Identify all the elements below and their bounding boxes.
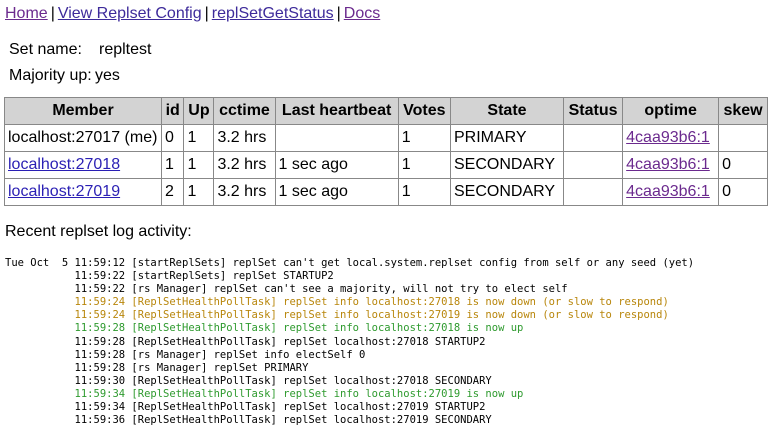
votes-cell: 1: [397, 178, 451, 206]
log-line: 11:59:28 [rs Manager] replSet PRIMARY: [5, 361, 309, 374]
state-cell: SECONDARY: [449, 151, 564, 179]
last-heartbeat-cell: [274, 124, 399, 152]
majority-up-label: Majority up:: [9, 67, 92, 84]
state-cell: PRIMARY: [449, 124, 564, 152]
log-line: 11:59:24 [ReplSetHealthPollTask] replSet…: [5, 309, 669, 322]
table-row: localhost:27018 1 1 3.2 hrs 1 sec ago 1 …: [4, 151, 768, 179]
log-line: 11:59:28 [ReplSetHealthPollTask] replSet…: [5, 335, 486, 348]
log-line: 11:59:24 [ReplSetHealthPollTask] replSet…: [5, 296, 669, 309]
last-heartbeat-cell: 1 sec ago: [274, 178, 399, 206]
log-line: 11:59:28 [ReplSetHealthPollTask] replSet…: [5, 322, 524, 335]
view-replset-config-link[interactable]: View Replset Config: [58, 5, 202, 22]
nav-separator: |: [336, 5, 341, 22]
replsetgetstatus-link[interactable]: replSetGetStatus: [212, 5, 334, 22]
votes-cell: 1: [397, 151, 451, 179]
optime-link[interactable]: 4caa93b6:1: [626, 129, 710, 146]
header-up: Up: [183, 97, 215, 125]
status-cell: [562, 124, 624, 152]
set-name-label: Set name:: [9, 41, 82, 58]
last-heartbeat-cell: 1 sec ago: [274, 151, 399, 179]
state-cell: SECONDARY: [449, 178, 564, 206]
up-cell: 1: [183, 178, 215, 206]
status-cell: [562, 151, 624, 179]
header-status: Status: [562, 97, 624, 125]
log-line: 11:59:36 [ReplSetHealthPollTask] replSet…: [5, 414, 492, 427]
header-votes: Votes: [397, 97, 451, 125]
nav-separator: |: [50, 5, 55, 22]
majority-up-value: yes: [95, 67, 120, 84]
skew-cell: 0: [718, 151, 768, 179]
table-row: localhost:27019 2 1 3.2 hrs 1 sec ago 1 …: [4, 178, 768, 206]
header-cctime: cctime: [213, 97, 276, 125]
up-cell: 1: [183, 151, 215, 179]
set-name-row: Set name: repltest: [9, 40, 151, 60]
majority-up-row: Majority up: yes: [9, 66, 120, 86]
member-cell: localhost:27017 (me): [4, 124, 162, 152]
log-line: 11:59:28 [rs Manager] replSet info elect…: [5, 348, 366, 361]
table-header-row: Member id Up cctime Last heartbeat Votes…: [4, 97, 768, 125]
up-cell: 1: [183, 124, 215, 152]
optime-link[interactable]: 4caa93b6:1: [626, 156, 710, 173]
header-state: State: [449, 97, 564, 125]
log-output: Tue Oct 5 11:59:12 [startReplSets] replS…: [5, 257, 694, 427]
header-optime: optime: [622, 97, 720, 125]
header-id: id: [160, 97, 185, 125]
status-cell: [562, 178, 624, 206]
log-line: 11:59:22 [rs Manager] replSet can't see …: [5, 283, 568, 296]
member-link[interactable]: localhost:27019: [8, 183, 120, 200]
top-nav: Home | View Replset Config | replSetGetStatu…: [5, 4, 380, 24]
nav-separator: |: [204, 5, 209, 22]
member-link[interactable]: localhost:27018: [8, 156, 120, 173]
log-line: 11:59:22 [startReplSets] replSet STARTUP…: [5, 270, 334, 283]
id-cell: 0: [160, 124, 185, 152]
docs-link[interactable]: Docs: [344, 5, 380, 22]
id-cell: 2: [160, 178, 185, 206]
member-cell: localhost:27018: [4, 151, 162, 179]
table-row: localhost:27017 (me) 0 1 3.2 hrs 1 PRIMA…: [4, 124, 768, 152]
log-line: 11:59:34 [ReplSetHealthPollTask] replSet…: [5, 401, 486, 414]
optime-cell: 4caa93b6:1: [622, 178, 720, 206]
cctime-cell: 3.2 hrs: [213, 178, 276, 206]
optime-cell: 4caa93b6:1: [622, 151, 720, 179]
id-cell: 1: [160, 151, 185, 179]
optime-cell: 4caa93b6:1: [622, 124, 720, 152]
optime-link[interactable]: 4caa93b6:1: [626, 183, 710, 200]
log-line: Tue Oct 5 11:59:12 [startReplSets] replS…: [5, 257, 695, 269]
set-name-value: repltest: [99, 41, 152, 58]
votes-cell: 1: [397, 124, 451, 152]
member-cell: localhost:27019: [4, 178, 162, 206]
header-member: Member: [4, 97, 162, 125]
log-line: 11:59:34 [ReplSetHealthPollTask] replSet…: [5, 387, 524, 400]
header-skew: skew: [718, 97, 768, 125]
members-table: Member id Up cctime Last heartbeat Votes…: [4, 97, 768, 206]
skew-cell: [718, 124, 768, 152]
recent-log-heading: Recent replset log activity:: [5, 223, 192, 240]
home-link[interactable]: Home: [5, 5, 48, 22]
log-line: 11:59:30 [ReplSetHealthPollTask] replSet…: [5, 374, 492, 387]
header-last-heartbeat: Last heartbeat: [274, 97, 399, 125]
cctime-cell: 3.2 hrs: [213, 151, 276, 179]
skew-cell: 0: [718, 178, 768, 206]
cctime-cell: 3.2 hrs: [213, 124, 276, 152]
